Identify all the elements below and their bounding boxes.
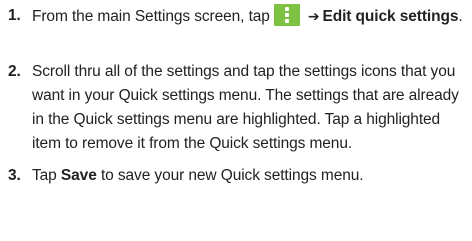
save-label: Save	[60, 167, 97, 184]
step-3: 3. Tap Save to save your new Quick setti…	[4, 164, 464, 188]
step-number: 3.	[8, 167, 21, 184]
step-1-text: From the main Settings screen, tap	[32, 8, 270, 25]
edit-quick-settings-label: Edit quick settings	[322, 8, 459, 25]
menu-dot	[284, 19, 289, 23]
arrow-icon: ➔	[307, 9, 320, 25]
step-3-text-after: to save your new Quick settings menu.	[100, 167, 364, 184]
overflow-menu-icon	[273, 4, 300, 26]
step-1-period: .	[458, 8, 463, 25]
step-number: 1.	[8, 7, 21, 24]
instructions-document: 1. From the main Settings screen, tap ➔ Ed…	[0, 0, 472, 241]
step-1: 1. From the main Settings screen, tap ➔ Ed…	[4, 4, 464, 54]
step-2: 2. Scroll thru all of the settings and t…	[4, 60, 464, 156]
step-2-text: Scroll thru all of the settings and tap …	[32, 63, 459, 152]
menu-dot	[284, 7, 289, 11]
menu-dot	[284, 13, 289, 17]
step-number: 2.	[8, 63, 21, 80]
step-3-text-before: Tap	[32, 167, 57, 184]
